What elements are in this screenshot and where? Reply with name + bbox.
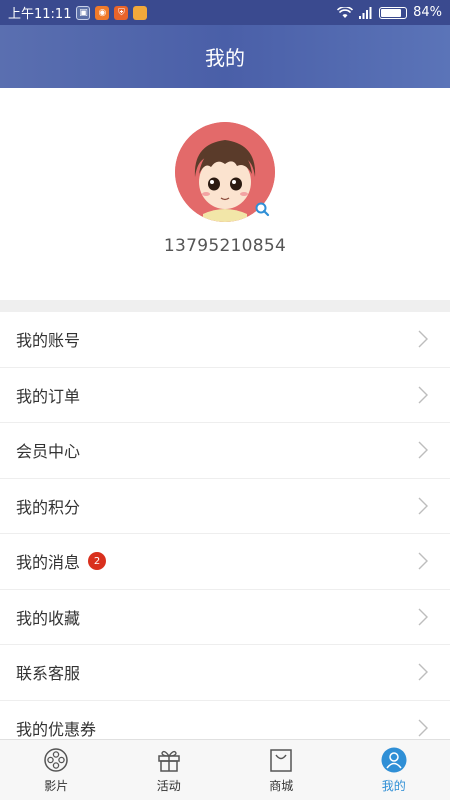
notification-image-icon: ▣ bbox=[76, 5, 91, 20]
tab-label: 我的 bbox=[381, 778, 406, 793]
menu-list: 我的账号 我的订单 会员中心 我的积分 我的消息 2 我的收藏 联系客服 我的优… bbox=[0, 312, 450, 756]
tab-mine[interactable]: 我的 bbox=[338, 740, 450, 800]
chevron-right-icon bbox=[418, 663, 428, 681]
film-reel-icon bbox=[44, 747, 68, 772]
menu-item-favorites[interactable]: 我的收藏 bbox=[0, 590, 450, 645]
page-header: 我的 bbox=[0, 25, 450, 88]
menu-item-label: 我的积分 bbox=[16, 497, 81, 517]
notification-chat-icon: ◉ bbox=[95, 5, 110, 20]
tab-mall[interactable]: 商城 bbox=[225, 740, 338, 800]
menu-item-label: 联系客服 bbox=[16, 664, 81, 684]
profile-section: 13795210854 bbox=[0, 88, 450, 300]
menu-item-membership[interactable]: 会员中心 bbox=[0, 423, 450, 479]
tab-label: 影片 bbox=[44, 778, 69, 793]
menu-item-label: 我的优惠券 bbox=[16, 719, 97, 739]
notification-app-icon bbox=[133, 5, 148, 20]
user-icon bbox=[381, 747, 407, 772]
menu-item-account[interactable]: 我的账号 bbox=[0, 312, 450, 368]
status-bar: 上午11:11 ▣ ◉ ⛨ 84% bbox=[0, 0, 450, 25]
chevron-right-icon bbox=[418, 608, 428, 626]
menu-item-customer-service[interactable]: 联系客服 bbox=[0, 645, 450, 701]
tab-label: 活动 bbox=[156, 778, 181, 793]
battery-icon bbox=[379, 6, 408, 19]
notification-shield-icon: ⛨ bbox=[114, 5, 129, 20]
user-phone-number: 13795210854 bbox=[163, 236, 287, 256]
menu-item-label: 会员中心 bbox=[16, 442, 81, 462]
chevron-right-icon bbox=[418, 441, 428, 459]
menu-item-points[interactable]: 我的积分 bbox=[0, 479, 450, 534]
tab-films[interactable]: 影片 bbox=[0, 740, 113, 800]
gift-icon bbox=[158, 750, 180, 772]
tab-activities[interactable]: 活动 bbox=[113, 740, 226, 800]
unread-count-badge: 2 bbox=[88, 552, 107, 571]
menu-item-messages[interactable]: 我的消息 2 bbox=[0, 534, 450, 590]
menu-item-orders[interactable]: 我的订单 bbox=[0, 368, 450, 423]
chevron-right-icon bbox=[418, 497, 428, 515]
menu-item-label: 我的订单 bbox=[16, 386, 81, 406]
page-title: 我的 bbox=[205, 46, 245, 70]
tab-label: 商城 bbox=[269, 778, 294, 793]
wifi-icon bbox=[337, 6, 354, 18]
battery-percent: 84% bbox=[413, 5, 442, 20]
chevron-right-icon bbox=[418, 552, 428, 570]
edit-avatar-icon[interactable] bbox=[254, 201, 270, 217]
bottom-tab-bar: 影片 活动 商城 我的 bbox=[0, 739, 450, 800]
menu-item-label: 我的收藏 bbox=[16, 608, 81, 628]
chevron-right-icon bbox=[418, 330, 428, 348]
chevron-right-icon bbox=[418, 719, 428, 737]
menu-item-label: 我的消息 bbox=[16, 553, 81, 573]
status-time: 上午11:11 bbox=[8, 7, 72, 22]
menu-item-label: 我的账号 bbox=[16, 331, 81, 351]
chevron-right-icon bbox=[418, 386, 428, 404]
signal-icon bbox=[359, 6, 372, 19]
shopping-bag-icon bbox=[270, 748, 292, 772]
